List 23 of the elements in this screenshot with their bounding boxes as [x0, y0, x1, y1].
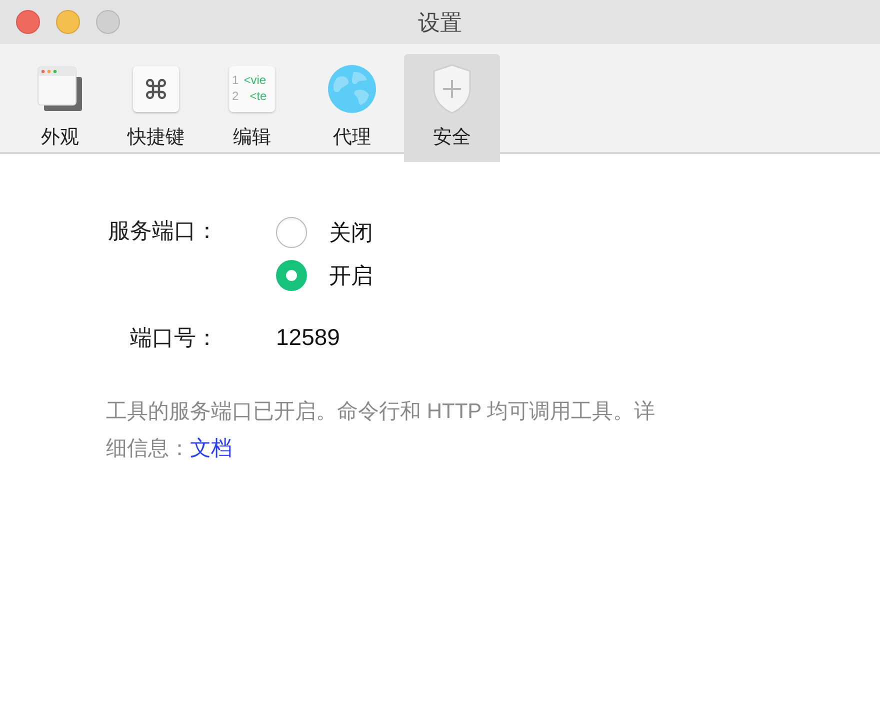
- radio-button[interactable]: [276, 260, 307, 291]
- port-value: 12589: [275, 323, 340, 352]
- zoom-button[interactable]: [96, 10, 120, 34]
- docs-link[interactable]: 文档: [190, 436, 232, 460]
- command-key-icon: [133, 66, 179, 112]
- toolbar-tab[interactable]: 外观: [12, 54, 108, 162]
- description-text: 工具的服务端口已开启。命令行和 HTTP 均可调用工具。详细信息：文档: [106, 398, 656, 462]
- field-label: 服务端口：: [107, 217, 218, 245]
- shield-plus-icon: [431, 62, 473, 114]
- toolbar-tab[interactable]: 代理: [300, 54, 404, 162]
- window-title: 设置: [417, 8, 463, 36]
- minimize-button[interactable]: [56, 10, 80, 34]
- toolbar-tab[interactable]: 1 <vie 2 <te 编辑: [204, 54, 300, 162]
- field-label: 端口号：: [129, 324, 218, 352]
- toolbar-tab[interactable]: 安全: [404, 54, 500, 162]
- radio-label: 关闭: [329, 219, 373, 247]
- window-icon: [36, 64, 84, 112]
- radio-label: 开启: [329, 262, 373, 290]
- globe-icon: [327, 64, 377, 114]
- code-editor-icon: 1 <vie 2 <te: [229, 66, 275, 112]
- close-button[interactable]: [16, 10, 40, 34]
- toolbar-tab[interactable]: 快捷键: [108, 54, 204, 162]
- radio-button[interactable]: [276, 217, 307, 248]
